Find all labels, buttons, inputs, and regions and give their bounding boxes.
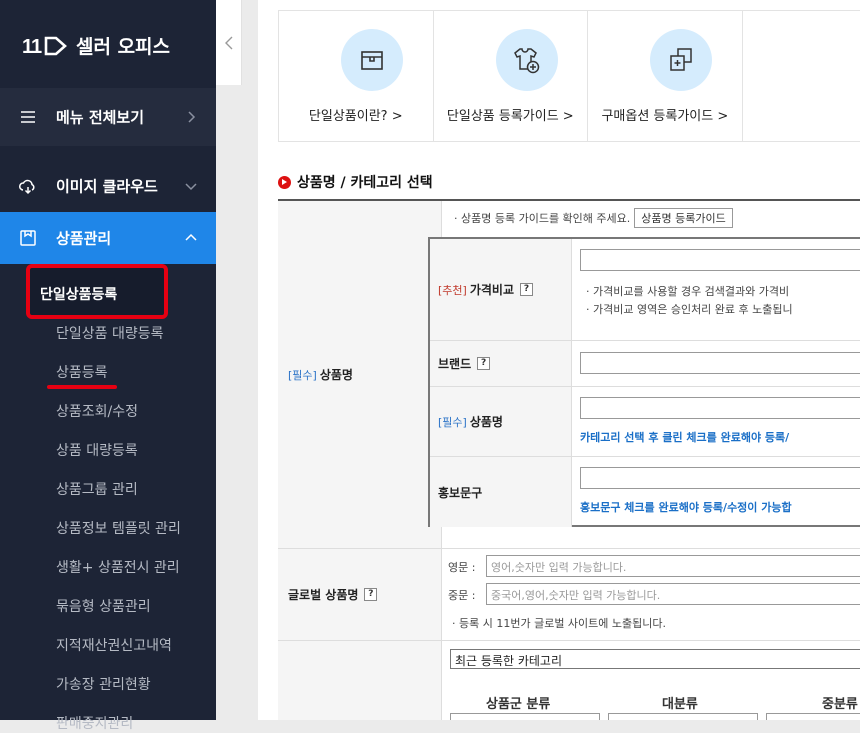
global-name-label: 글로벌 상품명	[288, 588, 359, 602]
global-note: · 등록 시 11번가 글로벌 사이트에 노출됩니다.	[452, 617, 667, 630]
submenu-product-group[interactable]: 상품그룹 관리	[56, 479, 138, 499]
required-tag: [필수]	[438, 415, 467, 429]
promo-label: 홍보문구	[438, 485, 483, 500]
svg-text:11: 11	[22, 36, 42, 57]
promo-note: 홍보문구 체크를 완료해야 등록/수정이 가능합	[580, 501, 792, 514]
submenu-temp-invoice[interactable]: 가송장 관리현황	[56, 674, 151, 694]
logo[interactable]: 11 셀러 오피스	[22, 28, 170, 62]
submenu-bundle[interactable]: 묶음형 상품관리	[56, 596, 151, 616]
shirt-add-icon	[495, 29, 558, 91]
submenu-product-register[interactable]: 상품등록	[56, 362, 108, 382]
cloud-icon	[19, 179, 35, 195]
sidebar-collapse-button[interactable]	[216, 0, 242, 85]
recent-category-select[interactable]: 최근 등록한 카테고리	[450, 649, 860, 669]
chevron-down-icon	[185, 183, 197, 191]
required-tag: [필수]	[288, 368, 317, 382]
price-note-2: · 가격비교 영역은 승인처리 완료 후 노출됩니	[586, 303, 793, 316]
section-title-text: 상품명 / 카테고리 선택	[297, 175, 433, 191]
help-icon[interactable]: ?	[520, 283, 533, 296]
promo-cell: 홍보문구 체크를 완료해야 등록/수정이 가능합	[572, 457, 860, 527]
help-icon[interactable]: ?	[477, 357, 491, 370]
submenu-product-lookup[interactable]: 상품조회/수정	[56, 401, 138, 421]
guide-more[interactable]	[743, 11, 860, 141]
name-label: 상품명	[469, 415, 503, 429]
guide-note: · 상품명 등록 가이드를 확인해 주세요. 상품명 등록가이드	[454, 208, 733, 228]
category-group-list[interactable]	[450, 713, 600, 720]
english-name-input[interactable]: 영어,숫자만 입력 가능합니다.	[486, 555, 860, 577]
price-note-1: · 가격비교를 사용할 경우 검색결과와 가격비	[586, 285, 790, 298]
category-large-header: 대분류	[662, 697, 698, 712]
product-management-label: 상품관리	[56, 229, 112, 248]
recommend-tag: [추천]	[438, 283, 467, 297]
guide-label: 단일상품 등록가이드 >	[446, 109, 574, 124]
global-name-cell: 영문 : 영어,숫자만 입력 가능합니다. 중문 : 중국어,영어,숫자만 입력…	[442, 549, 860, 641]
chevron-up-icon	[185, 233, 197, 241]
promo-input[interactable]	[580, 467, 860, 489]
logo-text: 셀러 오피스	[76, 35, 171, 58]
category-cell: 최근 등록한 카테고리 상품군 분류 대분류 중분류	[442, 641, 860, 720]
price-compare-label: 가격비교	[469, 283, 514, 297]
category-mid-header: 중분류	[822, 697, 858, 712]
name-note: 카테고리 선택 후 클린 체크를 완료해야 등록/	[580, 431, 790, 444]
category-mid-list[interactable]	[766, 713, 860, 720]
sidebar: 11 셀러 오피스 메뉴 전체보기 이미지 클라우드 상품관리 단일상품등록 단…	[0, 0, 216, 732]
brand-cell	[572, 341, 860, 387]
menu-all-button[interactable]: 메뉴 전체보기	[0, 88, 216, 146]
submenu-product-bulk[interactable]: 상품 대량등록	[56, 440, 138, 460]
menu-all-label: 메뉴 전체보기	[56, 108, 145, 127]
name-cell: 카테고리 선택 후 클린 체크를 완료해야 등록/	[572, 387, 860, 457]
row-label-product-name: [필수] 상품명	[278, 201, 442, 549]
row-label-category	[278, 641, 442, 720]
guide-single-product[interactable]: 단일상품이란? >	[279, 11, 434, 141]
promo-label-cell: 홍보문구	[430, 457, 572, 527]
guide-label: 구매옵션 등록가이드 >	[601, 109, 729, 124]
guide-label: 단일상품이란? >	[308, 109, 403, 124]
help-icon[interactable]: ?	[364, 588, 378, 601]
row-label-global-name: 글로벌 상품명?	[278, 549, 442, 641]
chinese-name-input[interactable]: 중국어,영어,숫자만 입력 가능합니다.	[486, 583, 860, 605]
price-compare-input[interactable]	[580, 249, 860, 271]
price-compare-label-cell: [추천] 가격비교?	[430, 239, 572, 341]
image-cloud-menu[interactable]: 이미지 클라우드	[0, 160, 216, 212]
product-name-input[interactable]	[580, 397, 860, 419]
english-label: 영문 :	[448, 561, 476, 574]
section-bullet-icon	[278, 175, 291, 189]
image-cloud-label: 이미지 클라우드	[56, 177, 158, 196]
section-title: 상품명 / 카테고리 선택	[278, 172, 433, 192]
product-box-icon	[20, 230, 36, 246]
product-name-inner-table: [추천] 가격비교? · 가격비교를 사용할 경우 검색결과와 가격비 · 가격비…	[428, 237, 860, 527]
brand-label-cell: 브랜드?	[430, 341, 572, 387]
box-icon	[341, 29, 403, 91]
product-management-menu[interactable]: 상품관리	[0, 212, 216, 264]
category-large-list[interactable]	[608, 713, 758, 720]
guide-links: 단일상품이란? > 단일상품 등록가이드 > 구매옵션 등록가이드 >	[278, 10, 860, 142]
chevron-left-icon	[224, 36, 232, 49]
chevron-right-icon	[188, 111, 196, 123]
submenu-single-product-register[interactable]: 단일상품등록	[40, 284, 117, 304]
guide-option[interactable]: 구매옵션 등록가이드 >	[588, 11, 743, 141]
submenu-sale-stop[interactable]: 판매중지관리	[56, 713, 133, 733]
product-name-guide-button[interactable]: 상품명 등록가이드	[634, 208, 733, 228]
product-name-label: 상품명	[319, 368, 353, 382]
brand-label: 브랜드	[438, 357, 472, 371]
submenu-ip-report[interactable]: 지적재산권신고내역	[56, 635, 172, 655]
stack-add-icon	[650, 29, 713, 91]
category-group-header: 상품군 분류	[486, 697, 551, 712]
submenu-single-bulk-register[interactable]: 단일상품 대량등록	[56, 323, 164, 343]
main-content: 단일상품이란? > 단일상품 등록가이드 > 구매옵션 등록가이드 > 상품명 …	[258, 0, 860, 720]
submenu-template[interactable]: 상품정보 템플릿 관리	[56, 518, 181, 538]
name-label-cell: [필수] 상품명	[430, 387, 572, 457]
highlight-underline	[47, 385, 117, 389]
submenu-living-plus[interactable]: 생활+ 상품전시 관리	[56, 557, 180, 577]
price-compare-cell: · 가격비교를 사용할 경우 검색결과와 가격비 · 가격비교 영역은 승인처리…	[572, 239, 860, 341]
guide-register[interactable]: 단일상품 등록가이드 >	[434, 11, 589, 141]
brand-input[interactable]	[580, 352, 860, 374]
chinese-label: 중문 :	[448, 589, 476, 602]
hamburger-icon	[21, 111, 35, 123]
11st-logo-icon: 11	[22, 33, 70, 58]
